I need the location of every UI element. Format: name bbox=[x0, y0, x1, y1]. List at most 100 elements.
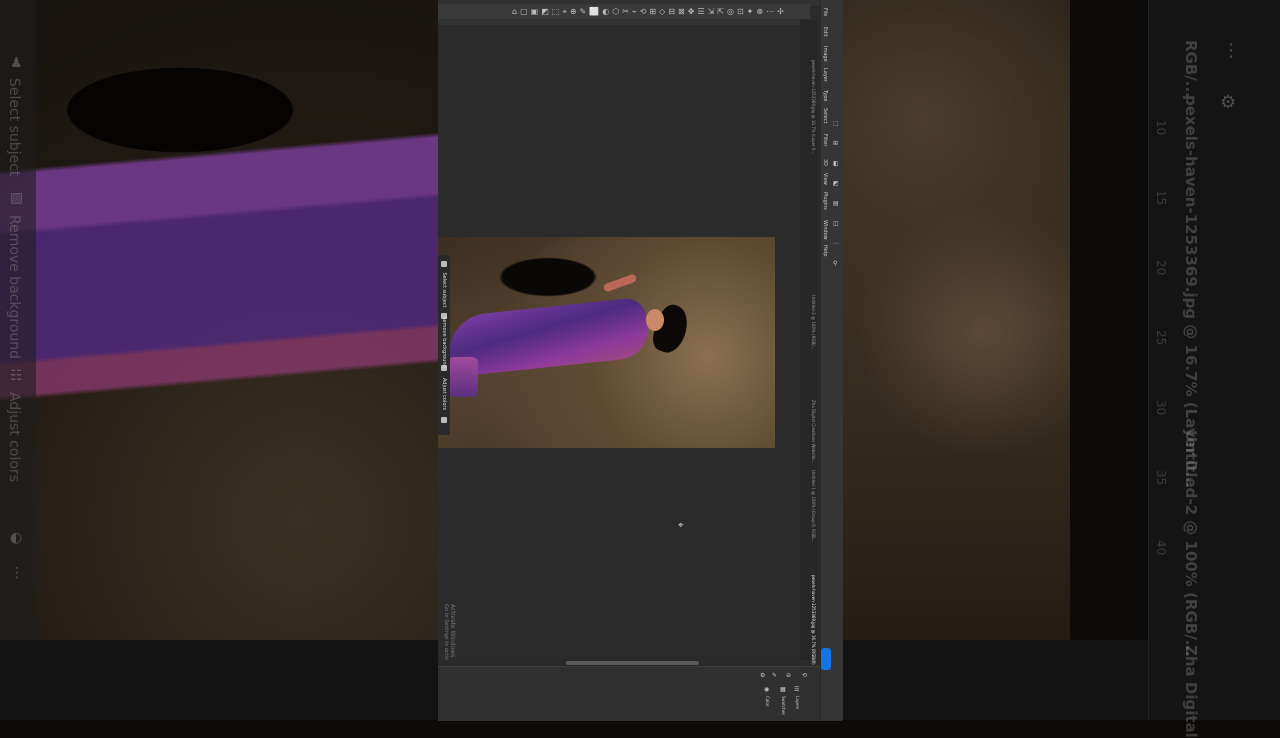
backdrop-right bbox=[842, 0, 1070, 640]
option-icon[interactable]: ◫ bbox=[833, 220, 839, 227]
tool-icon[interactable]: ⊠ bbox=[678, 7, 685, 16]
scrollbar-thumb[interactable] bbox=[566, 661, 699, 665]
ruler-number: 20 bbox=[1154, 260, 1168, 276]
more-icon: ⋮ bbox=[1222, 40, 1240, 61]
tool-icon[interactable]: ⊞ bbox=[649, 7, 656, 16]
vertical-scrollbar[interactable] bbox=[800, 19, 808, 660]
contrast-icon: ◐ bbox=[10, 530, 23, 546]
tool-icon[interactable]: ⟲ bbox=[640, 7, 647, 16]
menu-item-edit[interactable]: Edit bbox=[822, 27, 828, 37]
minus-circle-icon[interactable]: ⊖ bbox=[786, 672, 791, 679]
ruler-number: 40 bbox=[1154, 540, 1168, 556]
menu-item-file[interactable]: File bbox=[822, 8, 828, 16]
sliders-icon: ☷ bbox=[10, 368, 23, 384]
select-subject-button[interactable]: Select subject bbox=[427, 272, 461, 307]
tool-icon[interactable]: ✦ bbox=[747, 7, 754, 16]
more-icon[interactable] bbox=[441, 417, 447, 423]
tool-icon[interactable]: ✎ bbox=[580, 7, 587, 16]
tool-icon[interactable]: ⬡ bbox=[612, 7, 619, 16]
menu-item-filter[interactable]: Filter bbox=[822, 134, 828, 146]
menu-item-type[interactable]: Type bbox=[822, 90, 828, 101]
option-icon[interactable]: ◩ bbox=[833, 180, 839, 187]
backdrop-bottom-right bbox=[842, 640, 1148, 720]
option-icon[interactable]: ⊞ bbox=[833, 140, 838, 147]
tool-icon[interactable]: ◩ bbox=[541, 7, 549, 16]
option-icon[interactable]: ▤ bbox=[833, 200, 839, 207]
ghost-doc-title-2: Untitled-2 @ 100% (RGB/... bbox=[1182, 430, 1200, 657]
backdrop-bottom-left bbox=[0, 640, 438, 720]
image-icon: ▨ bbox=[10, 190, 24, 206]
option-icon[interactable]: ⋯ bbox=[833, 240, 839, 247]
adjust-colors-button[interactable]: Adjust colors bbox=[427, 378, 461, 410]
tool-icon[interactable]: ⌂ bbox=[512, 7, 517, 16]
ruler-number: 10 bbox=[1154, 120, 1168, 136]
menu-item-view[interactable]: View bbox=[822, 173, 828, 185]
menu-item-plugins[interactable]: Plugins bbox=[822, 192, 828, 210]
gear-icon: ⚙ bbox=[1220, 92, 1237, 113]
brush-icon[interactable]: ✎ bbox=[772, 672, 777, 679]
backdrop-tabs-panel bbox=[1148, 0, 1280, 720]
menu-item-3d[interactable]: 3D bbox=[822, 159, 828, 166]
tool-icon[interactable]: ⊕ bbox=[570, 7, 577, 16]
tab-document-1[interactable]: Untitled-2 @ 100% (RGB/... bbox=[811, 295, 816, 349]
tab-document-2[interactable]: Zha Digital Creations Website... bbox=[811, 400, 816, 463]
option-icon[interactable]: ◧ bbox=[833, 160, 839, 167]
document-image[interactable] bbox=[438, 237, 775, 448]
more-icon: ⋮ bbox=[10, 565, 24, 581]
menu-item-window[interactable]: Window bbox=[822, 220, 828, 240]
document-tabs: pexels-haven-1253369.jpg @ 16.7% (Layer … bbox=[808, 20, 818, 665]
tab-document-4[interactable]: pexels-haven-1253369.jpg @ 16.7% (RGB/8) bbox=[811, 575, 816, 665]
panel-label-swatches[interactable]: Swatches bbox=[781, 696, 786, 715]
tool-icon[interactable]: ✢ bbox=[777, 7, 784, 16]
tool-icon[interactable]: ⋯ bbox=[766, 7, 774, 16]
tab-document-0[interactable]: pexels-haven-1253369.jpg @ 16.7% (Layer … bbox=[811, 60, 816, 154]
ruler-number: 35 bbox=[1154, 470, 1168, 486]
tool-icon[interactable]: ✂ bbox=[622, 7, 629, 16]
options-bar: File Edit Image Layer Type Select Filter 3D View… bbox=[820, 0, 843, 720]
swatches-icon[interactable]: ▦ bbox=[780, 686, 786, 693]
undo-icon[interactable]: ⟲ bbox=[802, 672, 807, 679]
tool-icon[interactable]: ⬚ bbox=[552, 7, 560, 16]
tools-panel: ⌂ ▢ ▣ ◩ ⬚ ⌖ ⊕ ✎ ⬜ ◐ ⬡ ✂ ⌁ ⟲ ⊞ ◇ ⊟ ⊠ ✥ ☰ ⇲ ⇱ ◎ ⊡ ✦ ⊗ ⋯ ✢ bbox=[438, 4, 810, 19]
model-arm bbox=[602, 273, 638, 293]
tool-icon[interactable]: ☰ bbox=[697, 7, 704, 16]
option-icon[interactable]: ⬚ bbox=[833, 120, 839, 127]
tool-icon[interactable]: ⊗ bbox=[756, 7, 763, 16]
option-icon[interactable]: ⚲ bbox=[833, 260, 837, 267]
activate-title: Activate Windows bbox=[449, 604, 456, 658]
menu-item-layer[interactable]: Layer bbox=[822, 68, 828, 82]
ghost-adjust-colors: Adjust colors bbox=[6, 392, 22, 482]
ruler-number: 30 bbox=[1154, 400, 1168, 416]
menu-item-help[interactable]: Help bbox=[822, 245, 828, 256]
tool-icon[interactable]: ◎ bbox=[727, 7, 734, 16]
ruler-number: 25 bbox=[1154, 330, 1168, 346]
color-icon[interactable]: ◉ bbox=[764, 686, 769, 693]
tool-icon[interactable]: ⊟ bbox=[668, 7, 675, 16]
tool-icon[interactable]: ⇱ bbox=[717, 7, 724, 16]
person-icon: ♟ bbox=[10, 55, 23, 71]
menu-item-select[interactable]: Select bbox=[822, 108, 828, 123]
tool-icon[interactable]: ◇ bbox=[659, 7, 665, 16]
remove-background-button[interactable]: Remove background bbox=[427, 316, 461, 367]
menu-item-image[interactable]: Image bbox=[822, 46, 828, 62]
tool-icon[interactable]: ⌖ bbox=[562, 7, 567, 16]
tab-document-3[interactable]: Untitled-1 @ 100% (Group 8, RGB... bbox=[811, 470, 816, 542]
tool-icon[interactable]: ⇲ bbox=[708, 7, 715, 16]
tool-icon[interactable]: ▣ bbox=[531, 7, 539, 16]
contextual-taskbar: Select subject Remove background Adjust … bbox=[438, 255, 450, 435]
tool-icon[interactable]: ▢ bbox=[520, 7, 528, 16]
tool-icon[interactable]: ⬜ bbox=[589, 7, 599, 16]
share-button[interactable] bbox=[821, 648, 831, 670]
person-icon[interactable] bbox=[441, 261, 447, 267]
tool-icon[interactable]: ⊡ bbox=[737, 7, 744, 16]
panel-label-layers[interactable]: Layers bbox=[795, 696, 800, 709]
layers-icon[interactable]: ☰ bbox=[794, 686, 799, 693]
panels-dock: ⚙ ✎ ⊖ ⟲ ◉ ▦ ☰ Color Swatches Layers bbox=[756, 668, 816, 720]
tool-icon[interactable]: ✥ bbox=[688, 7, 695, 16]
tool-icon[interactable]: ◐ bbox=[602, 7, 609, 16]
ghost-header-fragment: RGB/... bbox=[1182, 40, 1200, 98]
tool-icon[interactable]: ⌁ bbox=[632, 7, 637, 16]
panel-label-color[interactable]: Color bbox=[765, 696, 770, 706]
ruler-number: 15 bbox=[1154, 190, 1168, 206]
gear-icon[interactable]: ⚙ bbox=[760, 672, 765, 679]
